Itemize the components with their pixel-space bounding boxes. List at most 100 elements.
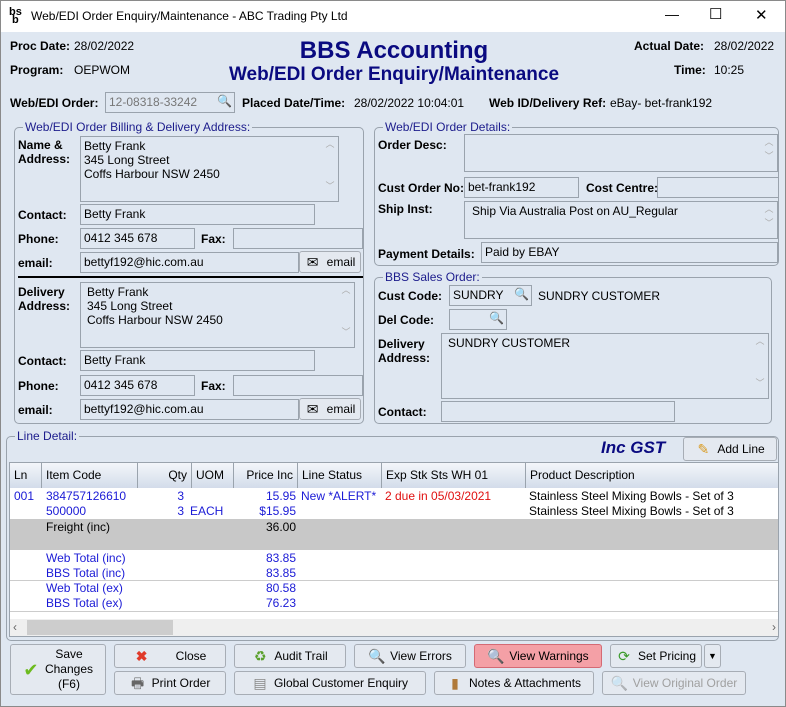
cust-order-field[interactable]: bet-frank192 — [464, 177, 579, 198]
cust-code-input[interactable]: SUNDRY 🔍 — [449, 285, 532, 306]
del-code-input[interactable]: 🔍 — [449, 309, 507, 330]
app-logo-icon: bs b — [9, 6, 22, 26]
set-pricing-dropdown[interactable]: ▼ — [704, 644, 721, 668]
delivery-email-button[interactable]: ✉ email — [299, 398, 361, 420]
billing-email-field[interactable]: bettyf192@hic.com.au — [80, 252, 299, 273]
audit-trail-button[interactable]: ♻ Audit Trail — [234, 644, 346, 668]
cost-centre-field[interactable] — [657, 177, 779, 198]
group-title: BBS Sales Order: — [383, 270, 482, 284]
order-desc-label: Order Desc: — [378, 138, 447, 152]
line-detail-grid: Ln Item Code Qty UOM Price Inc Line Stat… — [9, 462, 779, 637]
cell-qty: 3 — [177, 489, 184, 503]
button-label: Set Pricing — [637, 649, 697, 663]
button-label: Save Changes (F6) — [44, 647, 94, 691]
horizontal-scrollbar[interactable]: ‹ › — [10, 619, 778, 636]
placed-datetime: 28/02/2022 10:04:01 — [354, 96, 465, 110]
global-customer-enquiry-button[interactable]: ▤ Global Customer Enquiry — [234, 671, 426, 695]
inc-gst-label: Inc GST — [601, 438, 666, 457]
column-header-product-description[interactable]: Product Description — [526, 463, 778, 488]
ship-inst-field[interactable]: Ship Via Australia Post on AU_Regular ︿ ﹀ — [464, 201, 778, 239]
screen-title: Web/EDI Order Enquiry/Maintenance — [228, 64, 560, 85]
column-header-uom[interactable]: UOM — [192, 463, 234, 488]
refresh-icon: ⟳ — [618, 648, 630, 664]
scrollbar[interactable]: ︿ ﹀ — [322, 137, 338, 201]
add-line-button[interactable]: ✎ Add Line — [683, 437, 777, 461]
ship-inst: Ship Via Australia Post on AU_Regular — [472, 204, 678, 218]
group-title: Line Detail: — [15, 429, 80, 443]
scroll-right-icon[interactable]: › — [772, 620, 776, 634]
email-label: email: — [18, 256, 53, 270]
delivery-phone-field[interactable]: 0412 345 678 — [80, 375, 195, 396]
cell-description: Stainless Steel Mixing Bowls - Set of 3 — [529, 489, 734, 503]
column-header-qty[interactable]: Qty — [138, 463, 192, 488]
view-original-order-button[interactable]: 🔍 View Original Order — [602, 671, 746, 695]
cell-qty: 3 — [177, 504, 184, 518]
delivery-address-field[interactable]: Betty Frank 345 Long Street Coffs Harbou… — [80, 282, 355, 348]
print-order-button[interactable]: 🖶 Print Order — [114, 671, 226, 695]
web-order-input[interactable]: 12-08318-33242 🔍 — [105, 92, 235, 113]
cust-code-label: Cust Code: — [378, 289, 442, 303]
cell-item-code: 384757126610 — [46, 489, 127, 503]
scroll-left-icon[interactable]: ‹ — [13, 620, 17, 634]
scrollbar[interactable]: ︿ ﹀ — [761, 202, 777, 238]
ship-inst-label: Ship Inst: — [378, 202, 433, 216]
search-icon[interactable]: 🔍 — [514, 287, 529, 301]
magnifier-icon: 🔍 — [610, 675, 629, 691]
save-changes-button[interactable]: ✔ Save Changes (F6) — [10, 644, 106, 695]
payment-field[interactable]: Paid by EBAY — [481, 242, 778, 263]
add-line-icon: ✎ — [697, 441, 710, 457]
delivery-contact-field[interactable]: Betty Frank — [80, 350, 315, 371]
scrollbar[interactable]: ︿ ﹀ — [752, 334, 768, 398]
column-header-exp-stk[interactable]: Exp Stk Sts WH 01 — [382, 463, 526, 488]
order-desc-field[interactable]: ︿ ﹀ — [464, 134, 778, 172]
app-title: BBS Accounting — [299, 37, 489, 64]
delivery-address: Betty Frank 345 Long Street Coffs Harbou… — [87, 285, 223, 327]
delivery-email-field[interactable]: bettyf192@hic.com.au — [80, 399, 299, 420]
cost-centre-label: Cost Centre: — [586, 181, 659, 195]
so-delivery-address-field[interactable]: SUNDRY CUSTOMER ︿ ﹀ — [441, 333, 769, 399]
billing-contact-field[interactable]: Betty Frank — [80, 204, 315, 225]
view-errors-button[interactable]: 🔍 View Errors — [354, 644, 466, 668]
close-button[interactable]: ✖ Close — [114, 644, 226, 668]
scrollbar[interactable]: ︿ ﹀ — [338, 283, 354, 347]
so-contact-field[interactable] — [441, 401, 675, 422]
maximize-button[interactable]: ☐ — [709, 5, 722, 23]
group-title: Web/EDI Order Billing & Delivery Address… — [23, 120, 253, 134]
search-icon[interactable]: 🔍 — [217, 94, 232, 108]
chevron-down-icon: ▼ — [708, 651, 717, 661]
total-value: 83.85 — [265, 566, 296, 580]
fax-label: Fax: — [201, 232, 226, 246]
scrollbar-thumb[interactable] — [27, 620, 173, 635]
time: 10:25 — [714, 63, 745, 77]
set-pricing-button[interactable]: ⟳ Set Pricing — [610, 644, 702, 668]
billing-address-field[interactable]: Betty Frank 345 Long Street Coffs Harbou… — [80, 136, 339, 202]
close-window-button[interactable]: ✕ — [755, 6, 768, 24]
column-header-ln[interactable]: Ln — [10, 463, 42, 488]
button-label: Notes & Attachments — [468, 676, 582, 690]
column-header-price-inc[interactable]: Price Inc — [234, 463, 298, 488]
cust-code: SUNDRY — [453, 288, 504, 302]
total-label: Web Total (ex) — [46, 581, 123, 595]
proc-date-label: Proc Date: — [10, 39, 71, 53]
button-label: Add Line — [717, 442, 765, 456]
billing-email-button[interactable]: ✉ email — [299, 251, 361, 273]
placed-label: Placed Date/Time: — [242, 96, 346, 110]
name-address-label: Name & Address: — [18, 138, 71, 166]
billing-fax-field[interactable] — [233, 228, 363, 249]
delivery-fax-field[interactable] — [233, 375, 363, 396]
billing-phone-field[interactable]: 0412 345 678 — [80, 228, 195, 249]
notes-attachments-button[interactable]: ▮ Notes & Attachments — [434, 671, 594, 695]
total-value: 83.85 — [265, 551, 296, 565]
view-warnings-button[interactable]: 🔍 View Warnings — [474, 644, 602, 668]
column-header-item-code[interactable]: Item Code — [42, 463, 138, 488]
actual-date: 28/02/2022 — [714, 39, 775, 53]
printer-icon: 🖶 — [131, 675, 145, 691]
minimize-button[interactable]: — — [665, 6, 679, 22]
total-value: 76.23 — [265, 596, 296, 610]
search-icon[interactable]: 🔍 — [489, 311, 504, 325]
column-header-line-status[interactable]: Line Status — [298, 463, 382, 488]
time-label: Time: — [674, 63, 706, 77]
button-label: Global Customer Enquiry — [273, 676, 409, 690]
scrollbar[interactable]: ︿ ﹀ — [761, 135, 777, 171]
freight-row[interactable]: Freight (inc) 36.00 — [10, 519, 778, 550]
